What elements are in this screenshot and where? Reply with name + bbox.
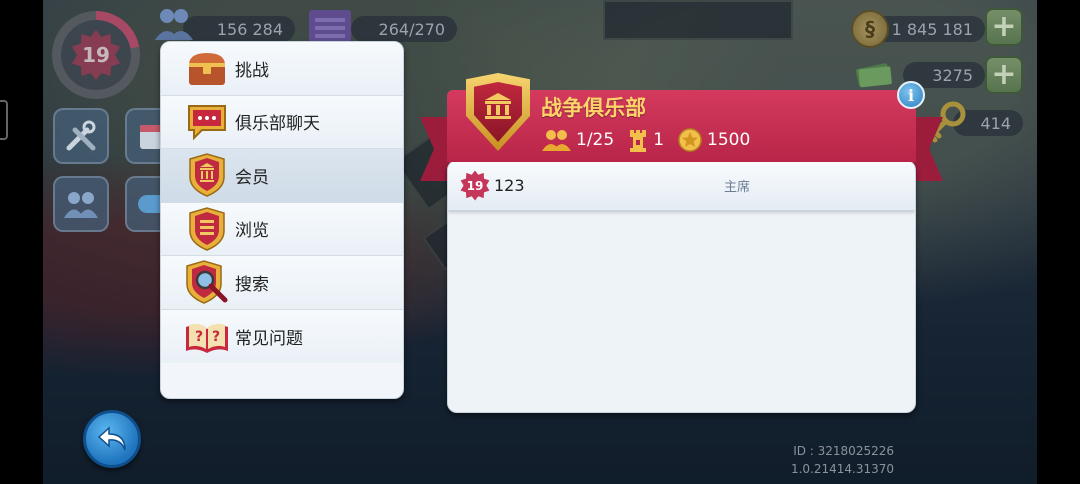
member-level-badge: 19 bbox=[460, 170, 490, 201]
tower-icon bbox=[630, 130, 647, 152]
storage-value: 264/270 bbox=[378, 19, 445, 39]
level-badge: 19 bbox=[72, 30, 120, 80]
info-button[interactable]: i bbox=[897, 81, 925, 109]
add-simcash-button[interactable]: + bbox=[985, 56, 1023, 94]
add-simoleons-button[interactable]: + bbox=[985, 8, 1023, 46]
simcash-icon bbox=[855, 63, 892, 88]
member-row[interactable]: 19 123 主席 bbox=[448, 161, 915, 211]
simoleon-coin-icon: § bbox=[851, 10, 889, 48]
back-button[interactable] bbox=[83, 410, 141, 468]
population-counter: 156 284 bbox=[183, 16, 295, 42]
menu-item-browse[interactable]: 浏览 bbox=[161, 202, 403, 256]
members-icon bbox=[542, 130, 571, 151]
edge-tab bbox=[0, 100, 8, 140]
storage-counter: 264/270 bbox=[351, 16, 457, 42]
menu-item-club-chat[interactable]: 俱乐部聊天 bbox=[161, 95, 403, 149]
menu-item-label: 会员 bbox=[235, 167, 269, 188]
menu-item-challenge[interactable]: 挑战 bbox=[161, 42, 403, 96]
club-members-panel: 19 123 主席 bbox=[447, 160, 916, 413]
club-stats: 1/25 1 1500 bbox=[541, 128, 764, 152]
simoleons-counter: 1 845 181 bbox=[873, 16, 985, 42]
people-icon bbox=[64, 192, 98, 218]
population-icon bbox=[155, 9, 193, 40]
browse-shield-icon bbox=[189, 206, 225, 251]
faq-book-icon: ? ? bbox=[186, 324, 228, 354]
level-indicator[interactable]: 19 bbox=[52, 11, 140, 99]
member-role: 主席 bbox=[724, 180, 751, 195]
menu-item-faq[interactable]: ? ? 常见问题 bbox=[161, 309, 403, 363]
menu-item-label: 常见问题 bbox=[235, 328, 303, 349]
club-wars-count: 1 bbox=[653, 130, 665, 150]
menu-item-label: 俱乐部聊天 bbox=[235, 114, 320, 135]
undo-arrow-icon bbox=[97, 426, 126, 451]
menu-item-label: 挑战 bbox=[235, 60, 269, 81]
points-star-coin-icon bbox=[678, 128, 702, 152]
search-icon bbox=[186, 260, 228, 305]
club-points: 1500 bbox=[707, 130, 751, 150]
keys-value: 414 bbox=[980, 113, 1011, 133]
club-menu: 挑战 俱乐部聊天 会员 浏览 搜索 ? ? 常见问题 bbox=[160, 41, 404, 399]
member-name: 123 bbox=[494, 176, 525, 195]
menu-item-search[interactable]: 搜索 bbox=[161, 256, 403, 310]
svg-text:?: ? bbox=[195, 329, 203, 345]
chest-icon bbox=[189, 53, 225, 86]
game-version: 1.0.21414.31370 bbox=[790, 462, 894, 476]
club-shield-icon bbox=[189, 153, 225, 198]
population-value: 156 284 bbox=[216, 19, 283, 39]
social-button[interactable] bbox=[53, 176, 109, 232]
simcash-value: 3275 bbox=[932, 65, 973, 85]
club-members-count: 1/25 bbox=[576, 130, 615, 150]
menu-item-members[interactable]: 会员 bbox=[161, 149, 403, 203]
svg-text:?: ? bbox=[212, 329, 220, 345]
pillar-building-icon bbox=[485, 93, 511, 119]
tools-icon bbox=[66, 120, 96, 151]
club-name: 战争俱乐部 bbox=[541, 96, 646, 120]
simoleons-value: 1 845 181 bbox=[891, 19, 973, 39]
storage-warehouse-icon[interactable] bbox=[305, 4, 355, 44]
menu-item-label: 浏览 bbox=[235, 221, 269, 242]
player-id: ID : 3218025226 bbox=[793, 444, 894, 458]
menu-item-label: 搜索 bbox=[235, 274, 269, 295]
chat-icon bbox=[188, 104, 226, 141]
build-tools-button[interactable] bbox=[53, 108, 109, 164]
